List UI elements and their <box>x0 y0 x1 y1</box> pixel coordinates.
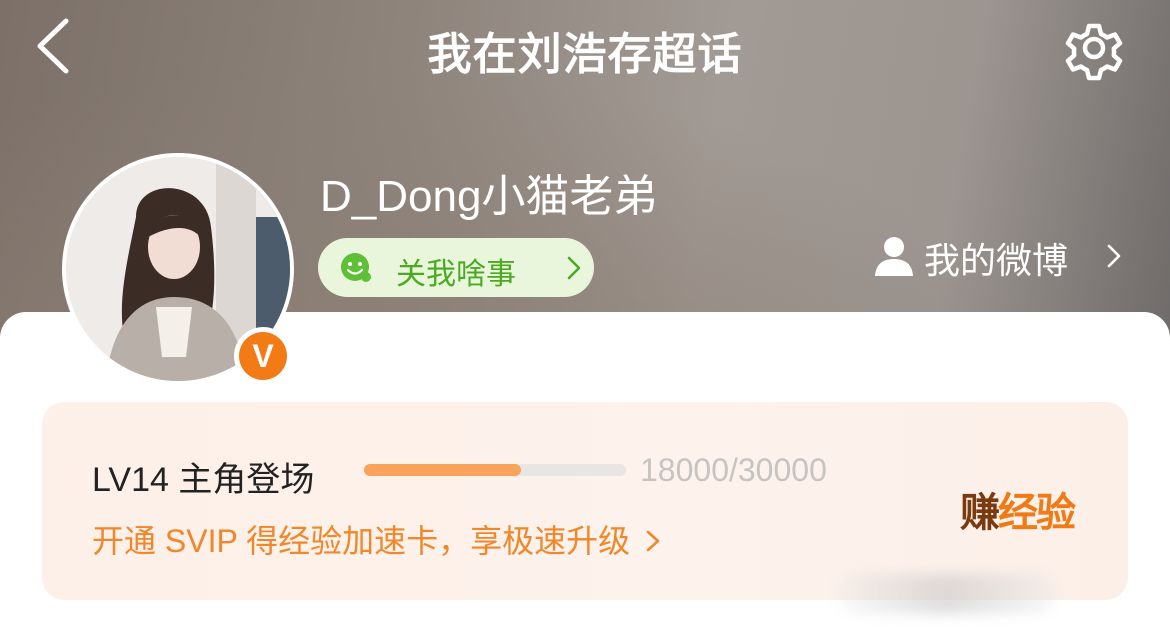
svip-promo-link[interactable]: 开通 SVIP 得经验加速卡，享极速升级 <box>92 516 662 562</box>
chevron-right-icon <box>1107 244 1121 268</box>
level-label: LV14 主角登场 <box>92 461 315 499</box>
blurred-watermark <box>836 574 1056 614</box>
earn-experience-button[interactable]: 赚经验 <box>960 480 1076 538</box>
person-icon <box>875 237 913 276</box>
page-title: 我在刘浩存超话 <box>427 29 743 80</box>
status-pill-label: 关我啥事 <box>396 257 516 292</box>
settings-button[interactable] <box>1058 12 1130 84</box>
gear-icon <box>1065 23 1123 81</box>
top-bar: 我在刘浩存超话 <box>0 0 1170 100</box>
earn-first-char: 赚 <box>960 490 1000 536</box>
chevron-right-icon <box>646 530 660 552</box>
level-progress-text: 18000/30000 <box>640 452 827 488</box>
svip-promo-text: 开通 SVIP 得经验加速卡，享极速升级 <box>92 523 631 559</box>
level-progress-bar <box>364 464 626 476</box>
level-progress-fill <box>364 464 522 476</box>
status-pill[interactable]: 关我啥事 <box>318 238 594 297</box>
verified-badge: V <box>234 327 292 385</box>
earn-rest-text: 经验 <box>998 490 1076 536</box>
smiley-emoji-icon <box>341 253 371 282</box>
chevron-right-icon <box>567 256 581 280</box>
my-weibo-link[interactable]: 我的微博 <box>872 232 1132 282</box>
username: D_Dong小猫老弟 <box>320 172 658 221</box>
verified-v-icon: V <box>239 332 287 380</box>
my-weibo-label: 我的微博 <box>924 241 1069 282</box>
level-card[interactable]: LV14 主角登场 18000/30000 开通 SVIP 得经验加速卡，享极速… <box>42 402 1128 600</box>
